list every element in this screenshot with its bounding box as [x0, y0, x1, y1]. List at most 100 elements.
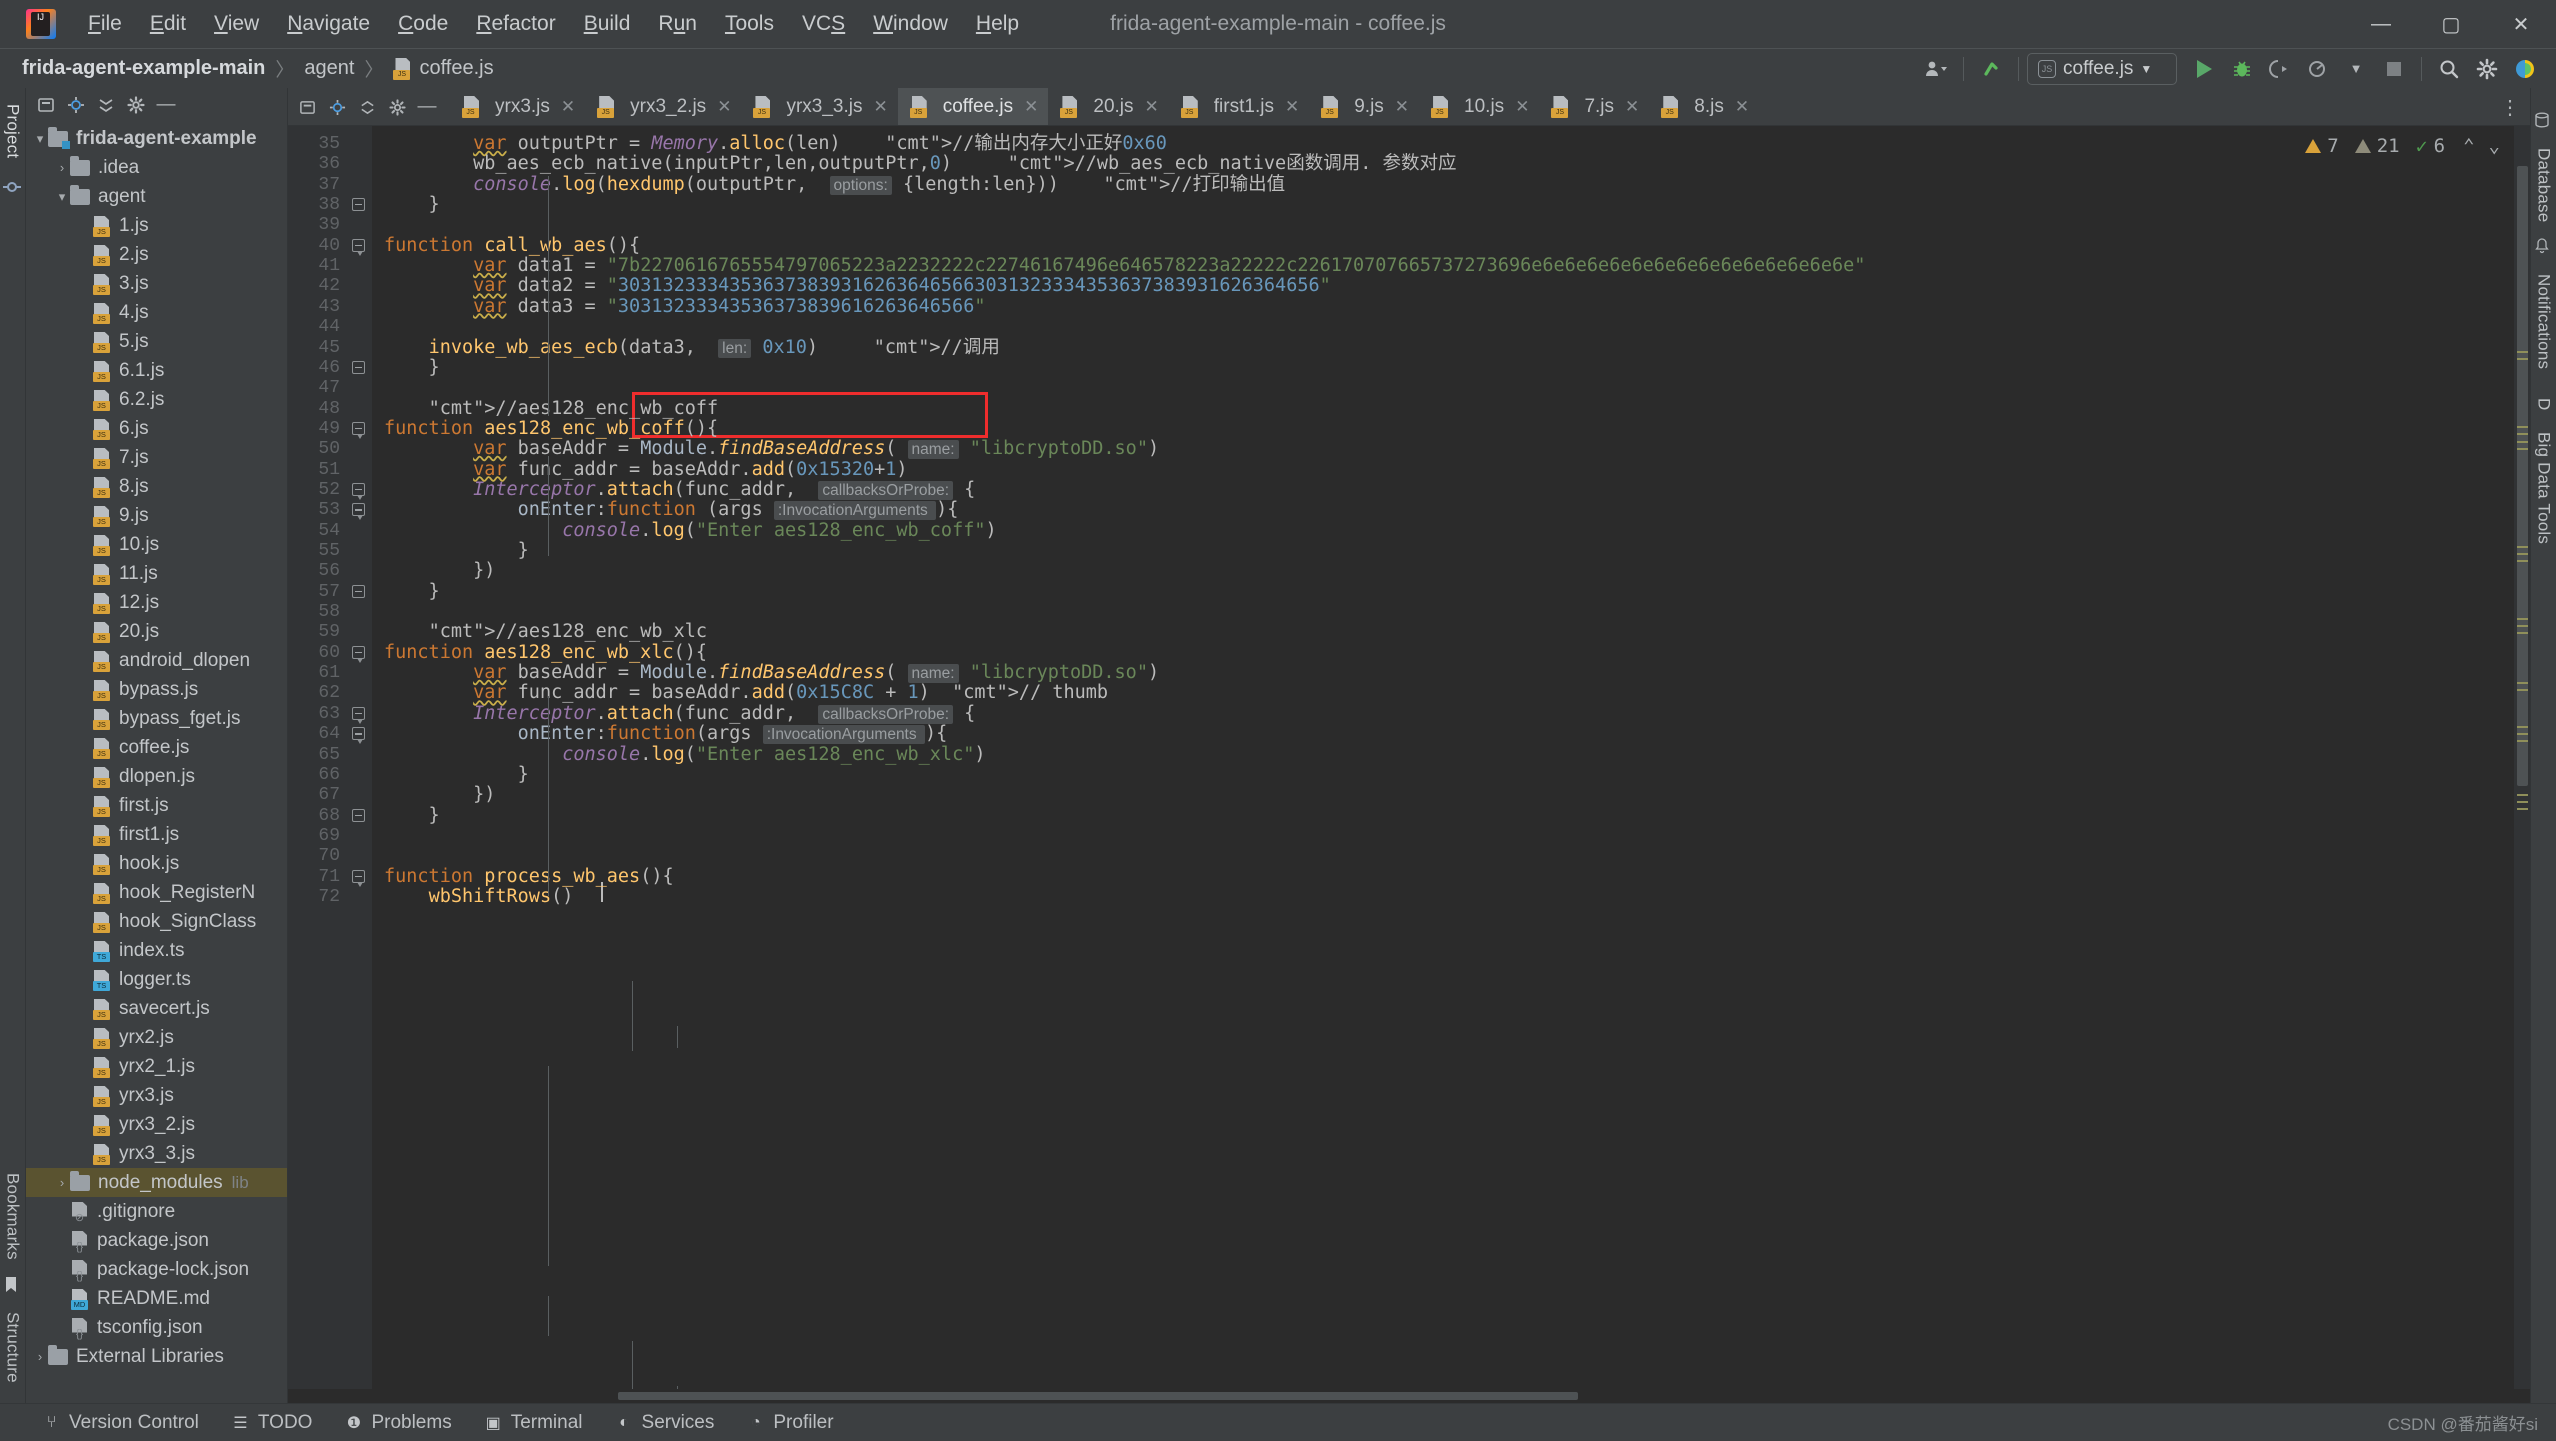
update-arrow-icon[interactable]: [1972, 52, 2010, 86]
code-text-area[interactable]: 7 21 ✓ 6 ⌃ ⌄ var outputPtr = Memory.allo…: [372, 126, 2514, 1389]
run-with-coverage-icon[interactable]: [2261, 52, 2299, 86]
error-stripe-mark[interactable]: [2517, 801, 2528, 803]
tool-window-notifications[interactable]: Notifications: [2534, 268, 2554, 375]
error-stripe-mark[interactable]: [2517, 625, 2528, 627]
horizontal-scrollbar-thumb[interactable]: [618, 1392, 1578, 1400]
next-problem-icon[interactable]: ⌄: [2489, 135, 2500, 157]
select-opened-file-icon[interactable]: [32, 92, 60, 118]
close-button[interactable]: ✕: [2486, 0, 2556, 48]
error-stripe-mark[interactable]: [2517, 733, 2528, 735]
code-fold-toggle[interactable]: [352, 421, 367, 439]
tree-item-5-js[interactable]: JS 5.js: [26, 327, 287, 356]
close-tab-icon[interactable]: ✕: [1024, 97, 1038, 117]
menu-edit[interactable]: Edit: [136, 8, 200, 40]
tree-item-dlopen-js[interactable]: JS dlopen.js: [26, 762, 287, 791]
tree-item-7-js[interactable]: JS 7.js: [26, 443, 287, 472]
tree-item-first1-js[interactable]: JS first1.js: [26, 820, 287, 849]
code-fold-toggle[interactable]: [352, 238, 367, 256]
editor-tab-coffee-js[interactable]: JS coffee.js ✕: [897, 88, 1049, 126]
tree-item-yrx3-2-js[interactable]: JS yrx3_2.js: [26, 1110, 287, 1139]
ai-assistant-icon[interactable]: [2506, 52, 2544, 86]
tool-window-bookmarks[interactable]: Bookmarks: [3, 1167, 23, 1266]
tree-item-logger-ts[interactable]: TS logger.ts: [26, 965, 287, 994]
horizontal-scrollbar[interactable]: [288, 1389, 2530, 1403]
error-stripe-mark[interactable]: [2517, 618, 2528, 620]
tool-window-project[interactable]: Project: [3, 98, 23, 164]
tree-item-hook-js[interactable]: JS hook.js: [26, 849, 287, 878]
error-stripe-mark[interactable]: [2517, 740, 2528, 742]
tree-item-coffee-js[interactable]: JS coffee.js: [26, 733, 287, 762]
tree-item-savecert-js[interactable]: JS savecert.js: [26, 994, 287, 1023]
editor-tab-8-js[interactable]: JS 8.js ✕: [1649, 88, 1759, 126]
menu-view[interactable]: View: [200, 8, 273, 40]
editor-tab-first1-js[interactable]: JS first1.js ✕: [1169, 88, 1309, 126]
menu-code[interactable]: Code: [384, 8, 462, 40]
breadcrumb-folder[interactable]: agent: [304, 57, 354, 80]
editor-tab-yrx3-3-js[interactable]: JS yrx3_3.js ✕: [741, 88, 897, 126]
minimize-button[interactable]: —: [2346, 0, 2416, 48]
chevron-icon[interactable]: ▾: [32, 131, 48, 147]
code-fold-toggle[interactable]: [352, 584, 367, 600]
locate-file-icon[interactable]: [324, 94, 350, 120]
tree-item-yrx3-js[interactable]: JS yrx3.js: [26, 1081, 287, 1110]
menu-vcs[interactable]: VCS: [788, 8, 859, 40]
code-fold-toggle[interactable]: [352, 645, 367, 663]
error-stripe-mark[interactable]: [2517, 546, 2528, 548]
menu-run[interactable]: Run: [644, 8, 711, 40]
status-bar-version-control[interactable]: ⑂ Version Control: [26, 1412, 215, 1434]
error-stripe-mark[interactable]: [2517, 358, 2528, 360]
hide-icon[interactable]: —: [152, 92, 180, 118]
tree-item-package-json[interactable]: {} package.json: [26, 1226, 287, 1255]
commit-icon[interactable]: [2, 178, 23, 198]
search-everywhere-icon[interactable]: [2430, 52, 2468, 86]
tree-item-yrx3-3-js[interactable]: JS yrx3_3.js: [26, 1139, 287, 1168]
close-tab-icon[interactable]: ✕: [561, 97, 575, 117]
tree-item-android-dlopen[interactable]: JS android_dlopen: [26, 646, 287, 675]
code-fold-toggle[interactable]: [352, 808, 367, 824]
close-tab-icon[interactable]: ✕: [1735, 97, 1749, 117]
tree-item-4-js[interactable]: JS 4.js: [26, 298, 287, 327]
editor-tab-20-js[interactable]: JS 20.js ✕: [1048, 88, 1168, 126]
tree-item-readme-md[interactable]: MD README.md: [26, 1284, 287, 1313]
tree-item-6-2-js[interactable]: JS 6.2.js: [26, 385, 287, 414]
tree-item--gitignore[interactable]: ⊘ .gitignore: [26, 1197, 287, 1226]
breadcrumb-file[interactable]: coffee.js: [419, 57, 493, 80]
notifications-bell-icon[interactable]: [2534, 238, 2554, 258]
menu-window[interactable]: Window: [859, 8, 962, 40]
tree-item-8-js[interactable]: JS 8.js: [26, 472, 287, 501]
profile-icon[interactable]: [2299, 52, 2337, 86]
code-fold-toggle[interactable]: [352, 360, 367, 376]
code-fold-toggle[interactable]: [352, 869, 367, 887]
tree-item-11-js[interactable]: JS 11.js: [26, 559, 287, 588]
expand-all-icon[interactable]: [92, 92, 120, 118]
breadcrumb-project[interactable]: frida-agent-example-main: [22, 57, 265, 80]
chevron-icon[interactable]: ›: [32, 1349, 48, 1364]
menu-help[interactable]: Help: [962, 8, 1033, 40]
menu-file[interactable]: File: [74, 8, 136, 40]
gear-icon[interactable]: [122, 92, 150, 118]
code-fold-toggle[interactable]: [352, 198, 367, 213]
tool-window-structure[interactable]: Structure: [3, 1306, 23, 1389]
close-tab-icon[interactable]: ✕: [1395, 97, 1409, 117]
tree-item-6-js[interactable]: JS 6.js: [26, 414, 287, 443]
tree-item-hook-signclass[interactable]: JS hook_SignClass: [26, 907, 287, 936]
tree-item-yrx2-js[interactable]: JS yrx2.js: [26, 1023, 287, 1052]
tree-item-bypass-js[interactable]: JS bypass.js: [26, 675, 287, 704]
menu-tools[interactable]: Tools: [711, 8, 788, 40]
vertical-scrollbar-thumb[interactable]: [2517, 166, 2528, 786]
chevron-icon[interactable]: ›: [54, 1175, 70, 1190]
error-stripe-mark[interactable]: [2517, 441, 2528, 443]
menu-build[interactable]: Build: [570, 8, 645, 40]
editor-tab-7-js[interactable]: JS 7.js ✕: [1539, 88, 1649, 126]
debug-icon[interactable]: [2223, 52, 2261, 86]
error-stripe-mark[interactable]: [2517, 632, 2528, 634]
tree-item-9-js[interactable]: JS 9.js: [26, 501, 287, 530]
error-stripe-mark[interactable]: [2517, 682, 2528, 684]
code-folding-column[interactable]: [348, 126, 372, 1389]
code-fold-toggle[interactable]: [352, 727, 367, 745]
prev-problem-icon[interactable]: ⌃: [2463, 135, 2474, 157]
project-tree[interactable]: ▾ frida-agent-example › .idea ▾ agent JS 1.js JS…: [26, 122, 287, 1403]
tree-item-agent[interactable]: ▾ agent: [26, 182, 287, 211]
tree-item--idea[interactable]: › .idea: [26, 153, 287, 182]
bookmark-icon[interactable]: [3, 1276, 23, 1296]
